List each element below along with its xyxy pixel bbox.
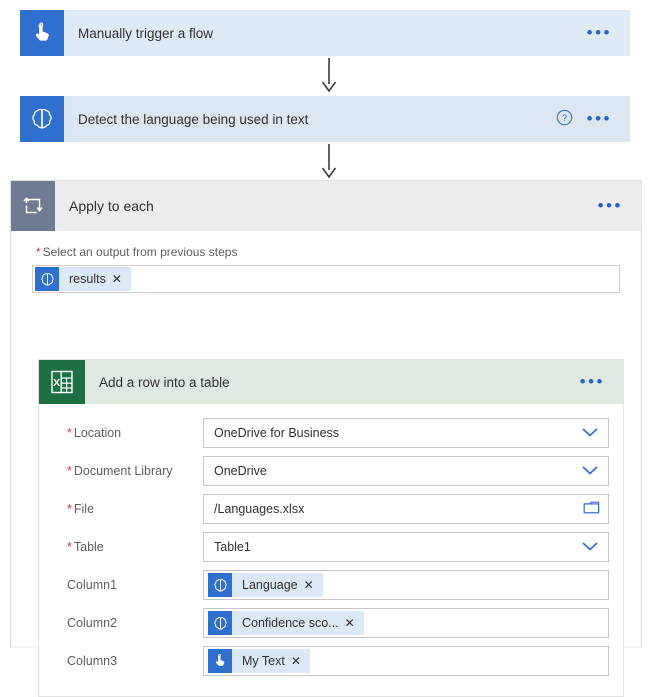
field-label-column2: Column2 xyxy=(67,616,118,630)
svg-text:X: X xyxy=(53,377,60,389)
flow-step-trigger[interactable]: Manually trigger a flow ••• xyxy=(20,10,630,56)
svg-text:?: ? xyxy=(562,113,567,123)
apply-to-each-title: Apply to each xyxy=(69,198,154,214)
add-row-into-table-action: X Add a row into a table ••• *Location xyxy=(38,359,624,697)
document-library-dropdown[interactable]: OneDrive xyxy=(203,456,609,486)
loop-repeat-icon xyxy=(11,181,55,231)
chevron-down-icon[interactable] xyxy=(580,540,600,555)
token-my-text[interactable]: My Text ✕ xyxy=(208,649,310,673)
add-row-fields: * Location OneDrive for Business * Documen… xyxy=(39,404,623,696)
column2-input[interactable]: Confidence sco... ✕ xyxy=(203,608,609,638)
chevron-down-icon[interactable] xyxy=(580,426,600,441)
connector-arrow-2 xyxy=(318,144,340,180)
add-row-title: Add a row into a table xyxy=(99,374,230,390)
field-row-document-library: * Document Library OneDrive xyxy=(39,452,623,490)
document-library-value: OneDrive xyxy=(214,464,267,478)
field-label-column3: Column3 xyxy=(67,654,118,668)
add-row-overflow-menu-button[interactable]: ••• xyxy=(580,373,605,390)
select-output-label-text: Select an output from previous steps xyxy=(42,245,238,259)
brain-cognitive-icon xyxy=(20,96,64,142)
location-value: OneDrive for Business xyxy=(214,426,340,440)
brain-cognitive-icon xyxy=(208,611,232,635)
token-label: Language xyxy=(242,578,298,592)
token-label: My Text xyxy=(242,654,285,668)
required-marker: * xyxy=(67,464,72,478)
excel-icon: X xyxy=(39,360,85,404)
field-row-table: * Table Table1 xyxy=(39,528,623,566)
apply-to-each-body: * Select an output from previous steps re… xyxy=(12,231,640,697)
token-remove-icon[interactable]: ✕ xyxy=(112,273,131,285)
field-label-document-library: * Document Library xyxy=(53,464,203,478)
connector-arrow-1 xyxy=(318,58,340,94)
flow-step-title: Manually trigger a flow xyxy=(78,25,214,41)
token-results[interactable]: results ✕ xyxy=(35,267,131,291)
required-marker: * xyxy=(36,245,41,259)
apply-to-each-overflow-menu-button[interactable]: ••• xyxy=(598,197,623,214)
required-marker: * xyxy=(67,426,72,440)
token-remove-icon[interactable]: ✕ xyxy=(345,617,364,629)
column3-input[interactable]: My Text ✕ xyxy=(203,646,609,676)
add-row-header[interactable]: X Add a row into a table ••• xyxy=(39,360,623,404)
token-remove-icon[interactable]: ✕ xyxy=(291,655,310,667)
field-label-table: * Table xyxy=(53,540,203,554)
help-circle-icon[interactable]: ? xyxy=(556,109,573,129)
file-value: /Languages.xlsx xyxy=(214,502,305,516)
trigger-overflow-menu-button[interactable]: ••• xyxy=(587,24,612,41)
field-label-location: * Location xyxy=(53,426,203,440)
brain-cognitive-icon xyxy=(35,267,59,291)
apply-to-each-header[interactable]: Apply to each ••• xyxy=(11,181,641,231)
chevron-down-icon[interactable] xyxy=(580,464,600,479)
token-label: results xyxy=(69,272,106,286)
required-marker: * xyxy=(67,502,72,516)
location-dropdown[interactable]: OneDrive for Business xyxy=(203,418,609,448)
field-row-file: * File /Languages.xlsx xyxy=(39,490,623,528)
column1-input[interactable]: Language ✕ xyxy=(203,570,609,600)
select-output-input[interactable]: results ✕ xyxy=(32,265,620,293)
required-marker: * xyxy=(67,540,72,554)
field-label-text: Document Library xyxy=(73,464,173,478)
file-input[interactable]: /Languages.xlsx xyxy=(203,494,609,524)
flow-step-detect-language[interactable]: Detect the language being used in text ?… xyxy=(20,96,630,142)
field-label-text: File xyxy=(73,502,95,516)
token-language[interactable]: Language ✕ xyxy=(208,573,323,597)
detect-overflow-menu-button[interactable]: ••• xyxy=(587,110,612,127)
field-row-location: * Location OneDrive for Business xyxy=(39,414,623,452)
field-label-file: * File xyxy=(53,502,203,516)
folder-picker-icon[interactable] xyxy=(583,500,600,518)
tap-hand-icon xyxy=(20,10,64,56)
token-remove-icon[interactable]: ✕ xyxy=(304,579,323,591)
table-value: Table1 xyxy=(214,540,251,554)
field-label-text: Table xyxy=(73,540,104,554)
token-confidence-score[interactable]: Confidence sco... ✕ xyxy=(208,611,364,635)
table-dropdown[interactable]: Table1 xyxy=(203,532,609,562)
tap-hand-icon xyxy=(208,649,232,673)
select-output-label: * Select an output from previous steps xyxy=(12,245,640,259)
flow-step-title: Detect the language being used in text xyxy=(78,111,309,127)
field-row-column2: Column2 Confidence sco... ✕ xyxy=(39,604,623,642)
apply-to-each-scope: Apply to each ••• * Select an output from… xyxy=(10,180,642,697)
field-label-text: Location xyxy=(73,426,122,440)
brain-cognitive-icon xyxy=(208,573,232,597)
field-row-column1: Column1 Language ✕ xyxy=(39,566,623,604)
field-label-column1: Column1 xyxy=(67,578,118,592)
token-label: Confidence sco... xyxy=(242,616,339,630)
